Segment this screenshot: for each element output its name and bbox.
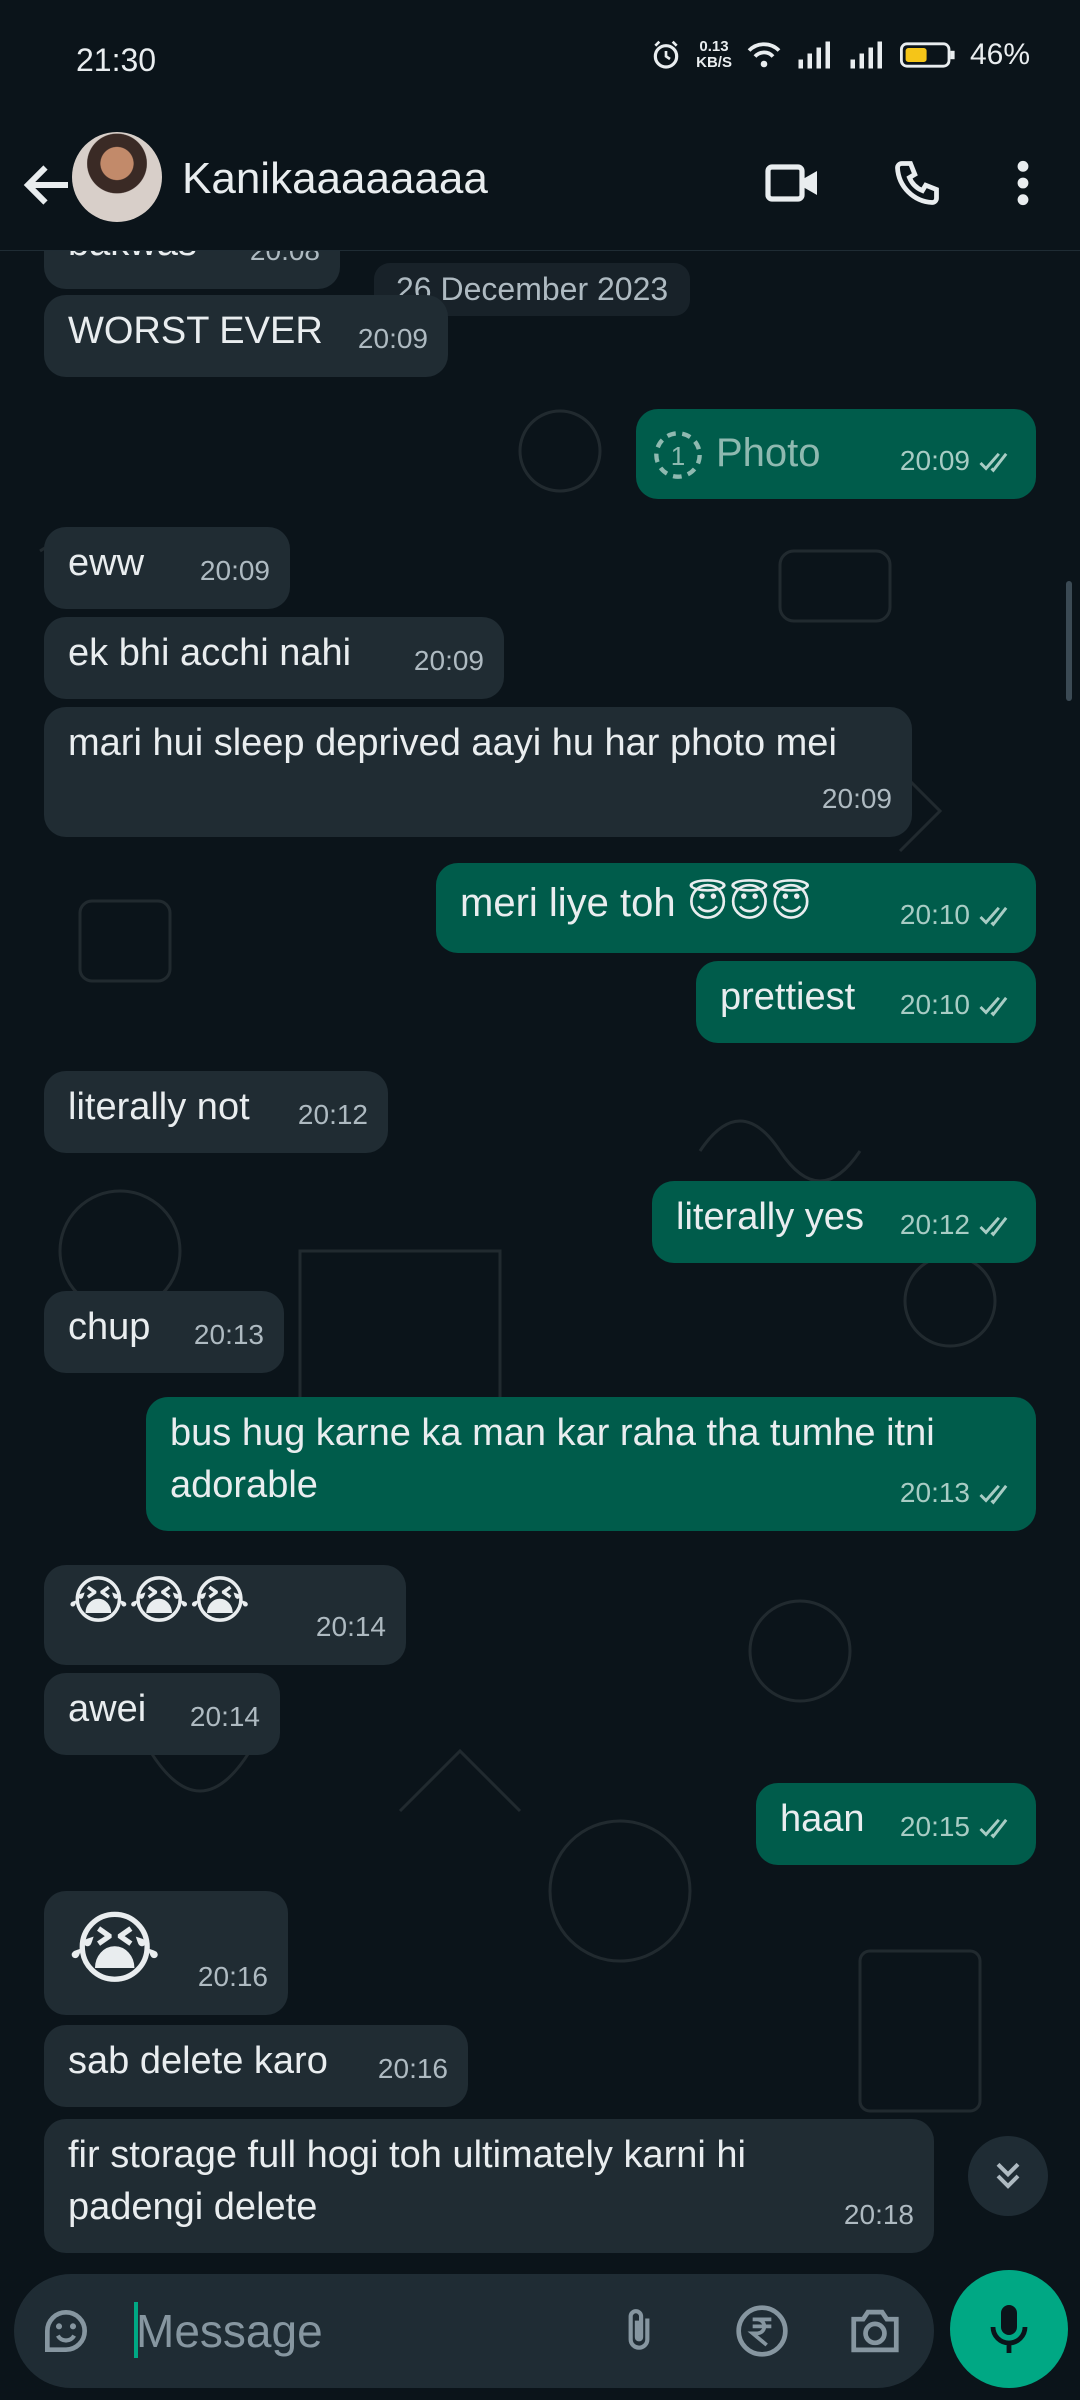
message-text: 😭 bbox=[68, 1904, 162, 1993]
net-speed-unit: KB/S bbox=[696, 54, 732, 71]
message-time: 20:13 bbox=[900, 1467, 1016, 1519]
incoming-message[interactable]: chup 20:13 bbox=[44, 1291, 284, 1373]
outgoing-message[interactable]: meri liye toh 😇😇😇 20:10 bbox=[436, 863, 1036, 953]
sticker-icon[interactable] bbox=[38, 2303, 94, 2359]
alarm-icon bbox=[653, 40, 679, 69]
more-options-button[interactable] bbox=[988, 148, 1058, 218]
message-time: 20:09 bbox=[357, 323, 428, 354]
message-text: prettiest bbox=[720, 976, 856, 1018]
incoming-message[interactable]: 😭😭😭 20:14 bbox=[44, 1565, 406, 1665]
incoming-message[interactable]: fir storage full hogi toh ultimately kar… bbox=[44, 2119, 934, 2253]
video-call-icon bbox=[765, 164, 817, 202]
status-icons: 0.13 KB/S 46% bbox=[650, 38, 1030, 72]
message-time: 20:16 bbox=[197, 1961, 268, 1992]
message-time: 20:09 bbox=[900, 435, 1016, 487]
message-time: 20:10 bbox=[900, 979, 1016, 1031]
message-text: meri liye toh 😇😇😇 bbox=[460, 881, 812, 925]
message-text: WORST EVER bbox=[68, 310, 323, 352]
voice-call-button[interactable] bbox=[882, 148, 952, 218]
incoming-message[interactable]: awei 20:14 bbox=[44, 1673, 280, 1755]
scroll-to-bottom-button[interactable] bbox=[968, 2136, 1048, 2216]
message-time: 20:15 bbox=[900, 1801, 1016, 1853]
status-time: 21:30 bbox=[76, 42, 157, 78]
input-bar: Message bbox=[0, 2262, 1080, 2400]
message-time: 20:13 bbox=[193, 1319, 264, 1350]
outgoing-message[interactable]: bus hug karne ka man kar raha tha tumhe … bbox=[146, 1397, 1036, 1531]
message-text: literally yes bbox=[676, 1196, 864, 1238]
message-text: eww bbox=[68, 542, 145, 584]
double-check-icon bbox=[979, 1818, 1008, 1839]
message-input[interactable]: Message bbox=[136, 2304, 323, 2358]
scrollbar[interactable] bbox=[1066, 581, 1072, 701]
net-speed: 0.13 KB/S bbox=[696, 39, 732, 71]
message-time: 20:16 bbox=[377, 2053, 448, 2084]
outgoing-message[interactable]: haan 20:15 bbox=[756, 1783, 1036, 1865]
message-time: 20:10 bbox=[900, 889, 1016, 941]
incoming-message[interactable]: literally not 20:12 bbox=[44, 1071, 388, 1153]
message-time: 20:14 bbox=[315, 1611, 386, 1642]
message-time: 20:12 bbox=[297, 1099, 368, 1130]
message-time: 20:14 bbox=[189, 1701, 260, 1732]
video-call-button[interactable] bbox=[758, 148, 828, 218]
chat-header: Kanikaaaaaaaa bbox=[0, 120, 1080, 251]
view-once-count: 1 bbox=[671, 441, 685, 471]
message-text: bus hug karne ka man kar raha tha tumhe … bbox=[170, 1412, 935, 1506]
signal-icon bbox=[798, 41, 830, 69]
message-text: literally not bbox=[68, 1086, 250, 1128]
message-text: bakwas bbox=[68, 251, 197, 264]
battery-icon bbox=[899, 42, 955, 68]
double-check-icon bbox=[979, 996, 1008, 1017]
wifi-icon bbox=[747, 42, 781, 68]
status-bar: 21:30 0.13 KB/S 46% bbox=[0, 0, 1080, 120]
message-text: chup bbox=[68, 1306, 151, 1348]
message-field[interactable]: Message bbox=[14, 2274, 934, 2388]
message-text: sab delete karo bbox=[68, 2040, 328, 2082]
incoming-message[interactable]: eww 20:09 bbox=[44, 527, 290, 609]
camera-icon[interactable] bbox=[846, 2305, 904, 2357]
rupee-icon[interactable] bbox=[734, 2303, 790, 2359]
message-text: mari hui sleep deprived aayi hu har phot… bbox=[68, 722, 837, 764]
mic-icon bbox=[990, 2305, 1028, 2353]
message-text: awei bbox=[68, 1688, 147, 1730]
more-vert-icon bbox=[1017, 160, 1029, 206]
photo-label: Photo bbox=[716, 431, 821, 475]
signal-icon bbox=[850, 41, 882, 69]
double-check-icon bbox=[979, 1216, 1008, 1237]
message-time: 20:09 bbox=[413, 645, 484, 676]
outgoing-message[interactable]: literally yes 20:12 bbox=[652, 1181, 1036, 1263]
double-check-icon bbox=[979, 906, 1008, 927]
message-text: ek bhi acchi nahi bbox=[68, 632, 352, 674]
net-speed-value: 0.13 bbox=[699, 38, 729, 55]
message-time: 20:09 bbox=[199, 555, 270, 586]
incoming-message[interactable]: bakwas 20:08 bbox=[44, 251, 340, 289]
avatar[interactable] bbox=[72, 132, 162, 222]
chat-area[interactable]: 26 December 2023 bakwas 20:08 WORST EVER… bbox=[0, 251, 1080, 2261]
double-chevron-down-icon bbox=[996, 2162, 1020, 2189]
message-time: 20:18 bbox=[843, 2199, 914, 2230]
incoming-message[interactable]: sab delete karo 20:16 bbox=[44, 2025, 468, 2107]
outgoing-message[interactable]: prettiest 20:10 bbox=[696, 961, 1036, 1043]
message-time: 20:08 bbox=[250, 251, 320, 277]
outgoing-photo-message[interactable]: 1 Photo 20:09 bbox=[636, 409, 1036, 499]
attach-icon[interactable] bbox=[614, 2301, 664, 2361]
mic-button[interactable] bbox=[950, 2270, 1068, 2388]
double-check-icon bbox=[979, 452, 1008, 473]
incoming-message[interactable]: mari hui sleep deprived aayi hu har phot… bbox=[44, 707, 912, 837]
double-check-icon bbox=[979, 1484, 1008, 1505]
phone-icon bbox=[895, 161, 939, 205]
incoming-message[interactable]: 😭 20:16 bbox=[44, 1891, 288, 2015]
message-text: 😭😭😭 bbox=[68, 1572, 251, 1630]
battery-percent: 46% bbox=[969, 38, 1030, 71]
incoming-message[interactable]: ek bhi acchi nahi 20:09 bbox=[44, 617, 504, 699]
incoming-message[interactable]: WORST EVER 20:09 bbox=[44, 295, 448, 377]
view-once-icon: 1 bbox=[654, 431, 702, 479]
message-time: 20:09 bbox=[821, 783, 892, 814]
message-time: 20:12 bbox=[900, 1199, 1016, 1251]
message-text: fir storage full hogi toh ultimately kar… bbox=[68, 2134, 746, 2228]
contact-name[interactable]: Kanikaaaaaaaa bbox=[182, 154, 488, 204]
message-text: haan bbox=[780, 1798, 865, 1840]
back-arrow-icon bbox=[23, 165, 68, 205]
